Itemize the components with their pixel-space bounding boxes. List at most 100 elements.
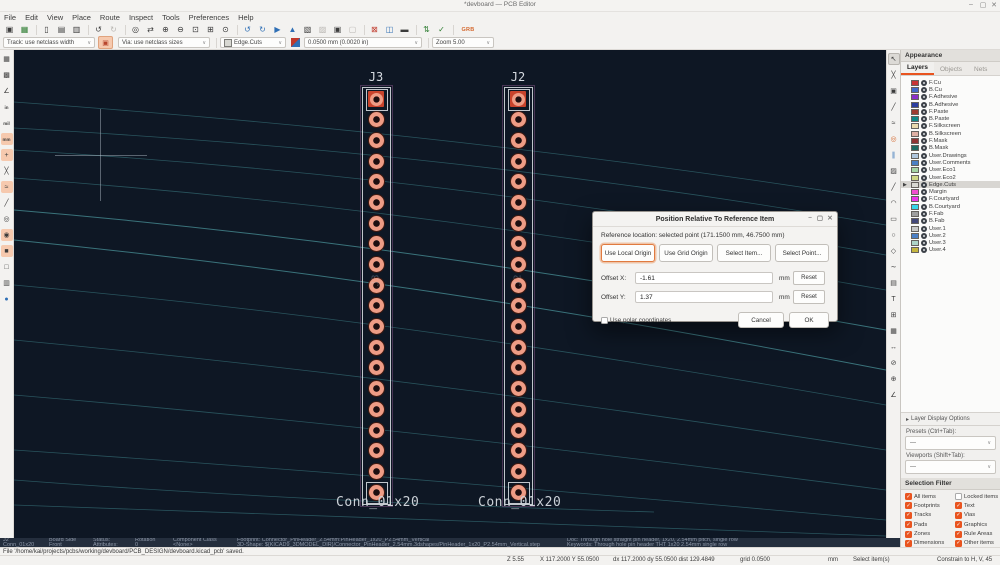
layer-visibility-eye-icon[interactable] [921,87,927,93]
layer-color-swatch[interactable] [911,131,919,137]
layer-row[interactable]: User.4 [901,247,1000,254]
3d-viewer-icon[interactable]: ▬ [398,24,411,35]
zone-outline-mode-icon[interactable]: □ [1,261,13,273]
layer-color-swatch[interactable] [911,153,919,159]
inactive-layer-mode-icon[interactable]: ▥ [1,277,13,289]
dialog-maximize-icon[interactable]: ▢ [815,214,825,222]
zoom-dropdown[interactable]: Zoom 5.00∨ [432,37,494,48]
layer-name[interactable]: F.Mask [929,138,947,144]
layer-visibility-eye-icon[interactable] [921,247,927,253]
cancel-button[interactable]: Cancel [738,312,784,328]
text-checkbox[interactable]: ✓ [955,502,962,509]
layer-row[interactable]: User.1 [901,225,1000,232]
layer-name[interactable]: F.Silkscreen [929,123,960,129]
select-item-button[interactable]: Select Item... [717,244,771,262]
layer-color-swatch[interactable] [911,247,919,253]
save-icon[interactable]: ▣ [3,24,16,35]
board-setup-icon[interactable]: ▦ [18,24,31,35]
offset-x-reset-button[interactable]: Reset [793,271,825,285]
diff-pair-tool-icon[interactable]: ∥ [888,149,900,161]
flip-horizontal-icon[interactable]: ▶ [271,24,284,35]
group-icon[interactable]: ▧ [301,24,314,35]
add-zone-tool-icon[interactable]: ▨ [888,165,900,177]
route-tracks-tool-icon[interactable]: ╱ [888,101,900,113]
layer-color-swatch[interactable] [911,123,919,129]
pad[interactable] [369,340,384,355]
zones-checkbox[interactable]: ✓ [905,531,912,538]
layer-visibility-eye-icon[interactable] [921,175,927,181]
pad[interactable] [511,236,526,251]
layer-visibility-eye-icon[interactable] [921,153,927,159]
rule-areas-checkbox[interactable]: ✓ [955,531,962,538]
zoom-out-icon[interactable]: ⊖ [174,24,187,35]
draw-bezier-tool-icon[interactable]: ∼ [888,261,900,273]
update-pcb-icon[interactable]: ⇅ [420,24,433,35]
layer-visibility-eye-icon[interactable] [921,102,927,108]
lock-icon[interactable]: ▣ [331,24,344,35]
menu-edit[interactable]: Edit [25,13,38,22]
unlock-icon[interactable]: ▢ [346,24,359,35]
offset-y-input[interactable] [635,291,773,303]
add-text-tool-icon[interactable]: T [888,293,900,305]
auto-track-width-toggle[interactable]: ▣ [98,36,113,49]
layer-name[interactable]: B.Paste [929,116,949,122]
layer-row[interactable]: F.Mask [901,137,1000,144]
pad[interactable] [369,381,384,396]
use-local-origin-button[interactable]: Use Local Origin [601,244,655,262]
layer-visibility-eye-icon[interactable] [921,218,927,224]
footprints-checkbox[interactable]: ✓ [905,502,912,509]
offset-x-input[interactable] [635,272,773,284]
pad[interactable] [511,402,526,417]
all-items-checkbox[interactable]: ✓ [905,493,912,500]
pad[interactable] [369,257,384,272]
tab-objects[interactable]: Objects [934,64,968,75]
layer-visibility-eye-icon[interactable] [921,226,927,232]
grid-overrides-icon[interactable]: ▩ [1,69,13,81]
reference-designator[interactable]: J3 [356,70,396,84]
ratsnest-visibility-icon[interactable]: ╳ [1,165,13,177]
layer-name[interactable]: F.Adhesive [929,94,957,100]
layer-name[interactable]: User.2 [929,233,946,239]
value-label[interactable]: Conn_01x20 [336,495,416,510]
grid-size-dropdown[interactable]: 0.0500 mm (0.0020 in)∨ [304,37,422,48]
layer-color-swatch[interactable] [911,233,919,239]
pad[interactable] [511,360,526,375]
layer-color-swatch[interactable] [911,160,919,166]
select-point-button[interactable]: Select Point... [775,244,829,262]
polar-coordinates-icon[interactable]: ∠ [1,85,13,97]
layer-visibility-eye-icon[interactable] [921,80,927,86]
layer-color-swatch[interactable] [911,182,919,188]
pad[interactable] [369,402,384,417]
crosshair-style-icon[interactable]: + [1,149,13,161]
pad[interactable] [511,216,526,231]
layer-row[interactable]: ▶Edge.Cuts [901,181,1000,188]
layer-name[interactable]: B.Silkscreen [929,131,961,137]
pad[interactable] [511,298,526,313]
layer-row[interactable]: F.Paste [901,108,1000,115]
pad[interactable] [369,360,384,375]
use-grid-origin-button[interactable]: Use Grid Origin [659,244,713,262]
offset-y-reset-button[interactable]: Reset [793,290,825,304]
layer-row[interactable]: B.Silkscreen [901,130,1000,137]
layer-color-swatch[interactable] [911,196,919,202]
units-inches-icon[interactable]: in [1,101,13,113]
layer-row[interactable]: F.Cu [901,79,1000,86]
layer-name[interactable]: B.Adhesive [929,102,958,108]
add-textbox-tool-icon[interactable]: ⊞ [888,309,900,321]
pad[interactable] [511,319,526,334]
rotate-ccw-icon[interactable]: ↺ [241,24,254,35]
menu-inspect[interactable]: Inspect [129,13,153,22]
pads-checkbox[interactable]: ✓ [905,521,912,528]
tune-length-tool-icon[interactable]: ≈ [888,117,900,129]
layer-visibility-eye-icon[interactable] [921,211,927,217]
dimensions-checkbox[interactable]: ✓ [905,540,912,547]
page-settings-icon[interactable]: ▯ [40,24,53,35]
menu-tools[interactable]: Tools [162,13,180,22]
layer-name[interactable]: User.1 [929,226,946,232]
layer-row[interactable]: B.Fab [901,218,1000,225]
menu-place[interactable]: Place [72,13,91,22]
zoom-selection-icon[interactable]: ⊞ [204,24,217,35]
flip-vertical-icon[interactable]: ▲ [286,24,299,35]
minimize-icon[interactable]: – [966,1,976,8]
pad[interactable] [369,423,384,438]
